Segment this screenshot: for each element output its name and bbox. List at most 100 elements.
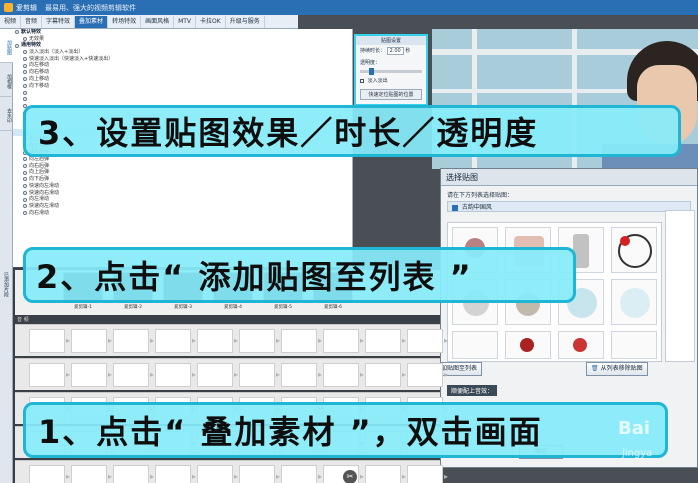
effect-item[interactable]: 向左滑动 — [13, 196, 352, 203]
storyboard-slot[interactable] — [71, 363, 112, 387]
locate-sticker-button[interactable]: 快速定位贴图的位置 — [360, 89, 422, 100]
storyboard-slot[interactable] — [281, 329, 322, 353]
effect-item[interactable]: 向下后弹 — [13, 176, 352, 183]
storyboard-slot[interactable] — [197, 363, 238, 387]
sidebar-item-add-frame[interactable]: 加相框 — [0, 63, 13, 97]
effect-item[interactable]: 向上后弹 — [13, 169, 352, 176]
menu-tab[interactable]: 升级与服务 — [226, 15, 265, 28]
effect-item[interactable]: 快速向左滑动 — [13, 183, 352, 190]
radio-icon — [15, 43, 19, 48]
radio-icon — [23, 97, 27, 102]
effect-item[interactable]: 快速向左滑动 — [13, 203, 352, 210]
effect-label: 向上移动 — [29, 75, 50, 82]
radio-icon — [23, 77, 27, 82]
radio-icon — [23, 50, 27, 55]
storyboard-slot[interactable] — [365, 465, 406, 483]
duration-input[interactable]: 2.00 — [386, 47, 404, 55]
effect-item[interactable]: 快速淡入淡出（快速淡入+快速淡出） — [13, 56, 352, 63]
duration-row: 持续时长： 2.00 秒 — [356, 45, 426, 57]
effect-item[interactable] — [13, 96, 352, 103]
sticker-art — [520, 338, 534, 352]
storyboard-slot[interactable] — [113, 465, 154, 483]
effect-item[interactable]: 向下移动 — [13, 83, 352, 90]
trash-icon: 🗑 — [591, 365, 599, 372]
menu-tab[interactable]: 转场特效 — [108, 15, 142, 28]
radio-icon — [23, 90, 27, 95]
storyboard-slot[interactable] — [407, 465, 448, 483]
clip-label: 爱剪辑-5 — [274, 305, 292, 310]
storyboard-slot[interactable] — [155, 363, 196, 387]
storyboard-slot[interactable] — [155, 465, 196, 483]
effect-item[interactable]: 向上移动 — [13, 76, 352, 83]
storyboard-slot[interactable] — [323, 329, 364, 353]
storyboard-slot[interactable] — [323, 363, 364, 387]
storyboard-slot[interactable] — [29, 329, 70, 353]
storyboard-slot[interactable] — [281, 363, 322, 387]
storyboard-slot[interactable] — [29, 465, 70, 483]
storyboard-slot[interactable] — [239, 329, 280, 353]
sticker-thumb[interactable] — [611, 331, 657, 359]
sidebar-item-add-sticker[interactable]: 加贴图 — [0, 29, 13, 63]
menu-tab[interactable]: 画面风格 — [141, 15, 175, 28]
menu-tab[interactable]: 卡拉OK — [196, 15, 226, 28]
opacity-slider[interactable] — [360, 68, 422, 75]
radio-icon — [23, 184, 27, 189]
opacity-slider-knob[interactable] — [369, 68, 374, 75]
menu-tab[interactable]: 字幕特效 — [42, 15, 76, 28]
storyboard-slot[interactable] — [113, 329, 154, 353]
sticker-category[interactable]: 古韵中国风 — [447, 201, 691, 212]
scissors-icon[interactable]: ✂ — [343, 470, 357, 483]
preview-railing-lower — [432, 89, 632, 93]
radio-icon — [23, 70, 27, 75]
effect-label: 向左后弹 — [29, 156, 50, 163]
storyboard-slot[interactable] — [365, 329, 406, 353]
storyboard-slot[interactable] — [197, 329, 238, 353]
effect-item[interactable]: 向右滑动 — [13, 210, 352, 217]
radio-icon — [23, 204, 27, 209]
menu-tab[interactable]: 视频 — [0, 15, 22, 28]
category-label: 古韵中国风 — [461, 204, 492, 211]
effect-item[interactable]: 向左移动 — [13, 62, 352, 69]
instruction-step-1: 1、点击“ 叠加素材 ”，双击画面 — [23, 402, 668, 458]
menu-bar: 视频 音频 字幕特效 叠加素材 转场特效 画面风格 MTV 卡拉OK 升级与服务 — [0, 15, 298, 29]
storyboard-slot[interactable] — [197, 465, 238, 483]
menu-tab[interactable]: MTV — [174, 15, 197, 28]
sticker-thumb[interactable] — [558, 331, 604, 359]
effect-item[interactable]: 淡入淡出（淡入+淡出） — [13, 49, 352, 56]
storyboard-slot[interactable] — [407, 329, 448, 353]
effect-group[interactable]: 默认特效 — [13, 29, 352, 36]
sidebar-item-remove-watermark[interactable]: 去水印 — [0, 97, 13, 131]
effect-item[interactable]: 向左后弹 — [13, 156, 352, 163]
storyboard-slot[interactable] — [365, 363, 406, 387]
radio-icon — [23, 197, 27, 202]
storyboard-slot[interactable] — [239, 465, 280, 483]
sticker-thumb[interactable] — [505, 331, 551, 359]
sticker-thumb[interactable] — [611, 279, 657, 325]
menu-tab[interactable]: 叠加素材 — [75, 15, 109, 28]
radio-icon — [23, 190, 27, 195]
clip-label: 爱剪辑-4 — [224, 305, 242, 310]
effect-label: 快速向左滑动 — [29, 182, 60, 189]
storyboard-slot[interactable] — [407, 363, 448, 387]
storyboard-slot[interactable] — [113, 363, 154, 387]
storyboard-slot[interactable] — [71, 465, 112, 483]
sticker-thumb[interactable] — [452, 331, 498, 359]
storyboard-slot[interactable] — [281, 465, 322, 483]
effect-item[interactable]: 快速向右滑动 — [13, 190, 352, 197]
effect-item[interactable]: 向右移动 — [13, 69, 352, 76]
storyboard-slot[interactable] — [71, 329, 112, 353]
effect-item[interactable]: 向右后弹 — [13, 163, 352, 170]
menu-tab[interactable]: 音频 — [21, 15, 43, 28]
storyboard-slot[interactable] — [239, 363, 280, 387]
remove-sticker-from-list-button[interactable]: 🗑 从列表移除贴图 — [586, 362, 648, 376]
effect-item[interactable] — [13, 89, 352, 96]
sticker-thumb[interactable] — [611, 227, 657, 273]
instruction-step-3: 3、设置贴图效果／时长／透明度 — [23, 105, 681, 157]
dialog-hint: 请在下方列表选择贴图： — [447, 192, 514, 199]
added-clips-tab[interactable]: 已添加片段 — [0, 268, 13, 301]
fade-row[interactable]: 淡入淡出 — [356, 75, 426, 86]
fade-checkbox[interactable] — [360, 78, 364, 83]
effect-item[interactable]: 无效果 — [13, 36, 352, 43]
storyboard-slot[interactable] — [29, 363, 70, 387]
storyboard-slot[interactable] — [155, 329, 196, 353]
